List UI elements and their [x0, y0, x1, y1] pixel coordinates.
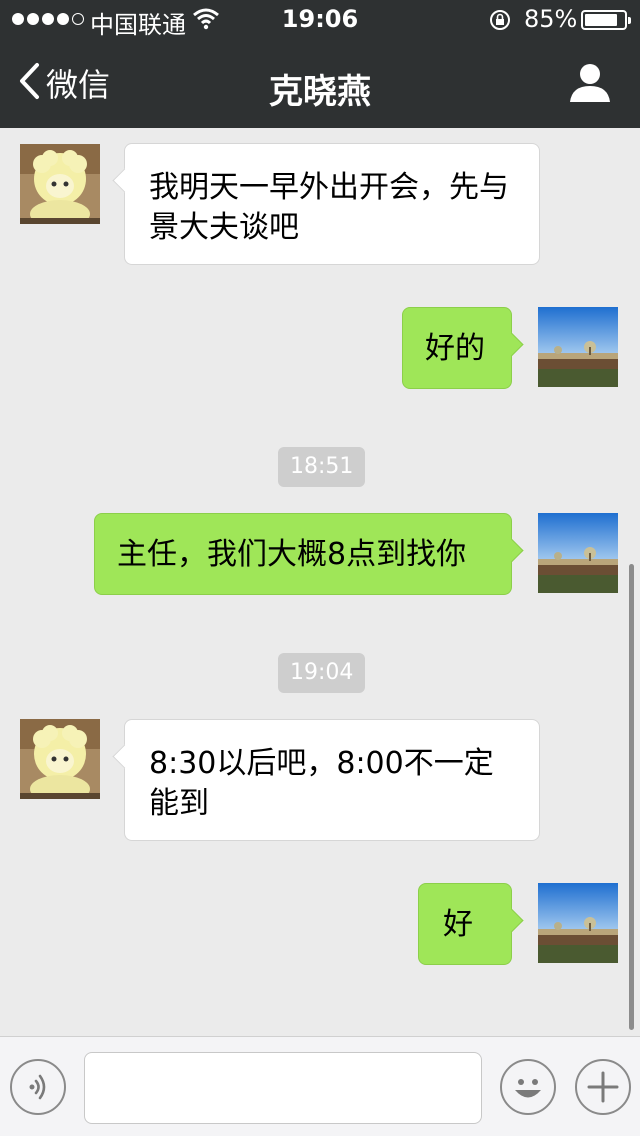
message-text: 好 [443, 907, 473, 942]
message-text: 主任，我们大概8点到找你 [117, 537, 467, 572]
my-avatar[interactable] [538, 513, 618, 593]
received-message-bubble[interactable]: 8:30以后吧，8:00不一定能到 [112, 719, 540, 841]
message-text: 8:30以后吧，8:00不一定能到 [149, 746, 494, 821]
sent-message-bubble[interactable]: 好 [418, 883, 524, 965]
my-avatar[interactable] [538, 883, 618, 963]
more-button[interactable] [575, 1059, 631, 1115]
page-title: 克晓燕 [269, 72, 371, 112]
battery-fill [585, 14, 617, 26]
chat-screen: 中国联通 19:06 85% 微信 克晓燕 我明天一早外出开会，先与景大夫谈吧 … [0, 0, 640, 1136]
message-list[interactable]: 我明天一早外出开会，先与景大夫谈吧 好的 18:51 主任，我们大概8点到找你 … [0, 128, 640, 1036]
message-timestamp: 18:51 [278, 447, 366, 487]
message-text: 我明天一早外出开会，先与景大夫谈吧 [149, 170, 509, 245]
orientation-lock-icon [488, 8, 512, 38]
received-message-bubble[interactable]: 我明天一早外出开会，先与景大夫谈吧 [112, 143, 540, 265]
battery-icon [581, 10, 631, 30]
scrollbar[interactable] [629, 564, 634, 1030]
nav-bar: 微信 克晓燕 [0, 40, 640, 128]
person-icon [568, 64, 612, 108]
contact-avatar[interactable] [20, 719, 100, 799]
my-avatar[interactable] [538, 307, 618, 387]
input-bar [0, 1036, 640, 1136]
message-timestamp: 19:04 [278, 653, 366, 693]
message-text: 好的 [425, 331, 485, 366]
chat-info-button[interactable] [568, 62, 612, 108]
message-input[interactable] [84, 1052, 482, 1124]
voice-button[interactable] [10, 1059, 66, 1115]
battery-percent: 85% [524, 5, 578, 33]
status-bar: 中国联通 19:06 85% [0, 0, 640, 40]
sent-message-bubble[interactable]: 好的 [402, 307, 524, 389]
sent-message-bubble[interactable]: 主任，我们大概8点到找你 [94, 513, 524, 595]
contact-avatar[interactable] [20, 144, 100, 224]
emoji-button[interactable] [500, 1059, 556, 1115]
